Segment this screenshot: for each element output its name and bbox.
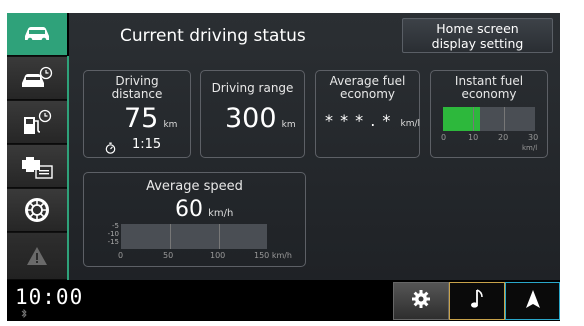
avg-speed-graph <box>121 224 267 249</box>
instant-fuel-tick: 10 <box>468 133 479 142</box>
driving-range-unit: km <box>281 120 296 130</box>
average-speed-panel: Average speed 60 km/h -5 -10 -15 0 50 10… <box>83 172 306 267</box>
tire-icon <box>24 197 50 223</box>
fuel-clock-icon <box>20 108 54 136</box>
sidebar <box>7 13 67 280</box>
avg-speed-x-tick: 150 km/h <box>254 251 293 260</box>
driving-distance-label-line1: Driving <box>115 74 159 88</box>
avg-speed-unit: km/h <box>208 208 234 219</box>
driving-time-value: 1:15 <box>132 137 162 152</box>
driving-distance-unit: km <box>163 120 178 130</box>
instant-fuel-label-line1: Instant fuel <box>454 74 524 88</box>
instant-fuel-tick: 0 <box>441 133 447 142</box>
avg-speed-value: 60 <box>175 197 203 222</box>
avg-fuel-label-line1: Average fuel <box>329 74 406 88</box>
page-title: Current driving status <box>120 26 306 46</box>
avg-speed-y-tick: -15 <box>107 238 119 246</box>
instant-fuel-label-line2: economy <box>461 87 517 101</box>
home-button-label-line1: Home screen <box>436 21 519 36</box>
avg-speed-y-tick: -10 <box>107 230 119 238</box>
average-fuel-economy-panel: Average fuel economy * * * . * km/l <box>315 70 420 158</box>
driving-range-label: Driving range <box>211 81 294 95</box>
navigation-button[interactable] <box>505 282 560 320</box>
stopwatch-icon <box>105 139 116 158</box>
avg-speed-y-tick: -5 <box>112 222 119 230</box>
music-button[interactable] <box>449 282 505 320</box>
driving-distance-label-line2: distance <box>111 87 163 101</box>
sidebar-item-engine-info[interactable] <box>7 145 67 188</box>
navigation-arrow-icon <box>525 289 541 313</box>
avg-speed-x-tick: 50 <box>163 251 174 260</box>
avg-speed-x-tick: 100 <box>210 251 226 260</box>
home-screen-display-setting-button[interactable]: Home screen display setting <box>402 18 553 53</box>
driving-range-value: 300 <box>225 103 277 134</box>
car-icon <box>22 25 52 43</box>
instant-fuel-tick: 30 <box>528 133 539 142</box>
music-note-icon <box>470 288 484 314</box>
sidebar-item-driving-status[interactable] <box>7 13 67 56</box>
car-clock-icon <box>20 66 54 90</box>
sidebar-item-trip-history[interactable] <box>7 57 67 100</box>
avg-fuel-unit: km/l <box>400 119 421 129</box>
driving-distance-panel: Driving distance 75 km 1:15 <box>83 70 191 158</box>
instant-fuel-tick: 20 <box>498 133 509 142</box>
warning-icon <box>25 245 49 267</box>
main-content: Current driving status Home screen displ… <box>69 13 560 280</box>
avg-speed-label: Average speed <box>146 179 243 194</box>
home-button-label-line2: display setting <box>431 36 524 51</box>
driving-range-panel: Driving range 300 km <box>200 70 305 158</box>
bottom-bar: 10:00 <box>7 280 560 321</box>
instant-fuel-unit: km/l <box>522 144 538 152</box>
settings-gear-icon <box>411 289 431 313</box>
avg-speed-y-ticks: -5 -10 -15 <box>104 222 119 246</box>
avg-fuel-label-line2: economy <box>339 87 396 101</box>
avg-fuel-value: * * * . * <box>325 111 392 130</box>
sidebar-item-fuel-history[interactable] <box>7 101 67 144</box>
vehicle-display: Current driving status Home screen displ… <box>7 13 560 321</box>
instant-fuel-economy-panel: Instant fuel economy 0 10 20 30 km/l <box>430 70 548 158</box>
instant-fuel-bar-track <box>443 107 535 131</box>
sidebar-item-warning <box>7 233 67 280</box>
avg-speed-x-tick: 0 <box>118 251 124 260</box>
driving-distance-value: 75 <box>124 103 159 134</box>
instant-fuel-bar-fill <box>443 107 480 131</box>
bluetooth-icon <box>21 308 27 320</box>
engine-display-icon <box>20 152 54 180</box>
settings-button[interactable] <box>393 282 449 320</box>
sidebar-item-tire[interactable] <box>7 189 67 232</box>
clock: 10:00 <box>15 285 84 309</box>
